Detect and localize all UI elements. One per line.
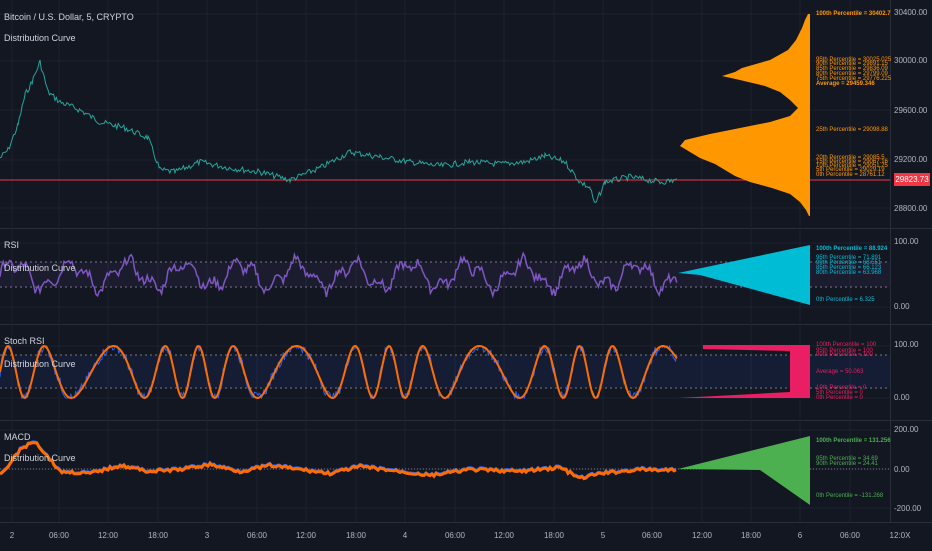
- time-tick: 06:00: [48, 531, 70, 540]
- time-tick: 06:00: [641, 531, 663, 540]
- stoch-title[interactable]: Stoch RSI: [4, 336, 45, 346]
- chart-canvas[interactable]: [0, 0, 890, 522]
- time-tick: 06:00: [246, 531, 268, 540]
- price-axis[interactable]: [890, 0, 932, 522]
- time-tick: 18:00: [543, 531, 565, 540]
- price-tick: 0.00: [894, 393, 910, 402]
- macd-distribution-curve: [678, 436, 810, 505]
- time-tick: 12:00: [493, 531, 515, 540]
- price-tick: 29600.00: [894, 106, 928, 115]
- price-tick: 30000.00: [894, 56, 928, 65]
- rsi-title[interactable]: RSI: [4, 240, 19, 250]
- time-tick: 12:0X: [889, 531, 911, 540]
- price-distribution-curve: [680, 14, 810, 216]
- time-tick: 06:00: [444, 531, 466, 540]
- price-tick: 29200.00: [894, 155, 928, 164]
- price-tick: 28800.00: [894, 204, 928, 213]
- time-tick: 2: [9, 531, 15, 540]
- percentile-label: 0th Percentile = 28761.12: [816, 172, 885, 178]
- price-tick: 100.00: [894, 340, 919, 349]
- price-tick: 100.00: [894, 237, 919, 246]
- percentile-label: 25th Percentile = 29098.88: [816, 127, 888, 133]
- time-tick: 5: [600, 531, 606, 540]
- price-tick: 200.00: [894, 425, 919, 434]
- time-axis[interactable]: [0, 522, 932, 551]
- price-tick: 0.00: [894, 302, 910, 311]
- last-price-badge: 29823.73: [894, 173, 930, 186]
- percentile-label: 100th Percentile = 88.924: [816, 246, 888, 252]
- indicator-label[interactable]: Distribution Curve: [4, 359, 76, 369]
- time-tick: 12:00: [97, 531, 119, 540]
- percentile-label: 0th Percentile = 0: [816, 395, 863, 401]
- indicator-label[interactable]: Distribution Curve: [4, 453, 76, 463]
- time-tick: 12:00: [691, 531, 713, 540]
- signal-line: [0, 441, 677, 481]
- macd-title[interactable]: MACD: [4, 432, 31, 442]
- percentile-label: Average = 50.063: [816, 369, 864, 375]
- indicator-label[interactable]: Distribution Curve: [4, 263, 76, 273]
- stoch-band: [0, 355, 890, 388]
- price-tick: 0.00: [894, 465, 910, 474]
- time-tick: 18:00: [345, 531, 367, 540]
- percentile-label: 100th Percentile = 131.256: [816, 438, 891, 444]
- time-tick: 3: [204, 531, 210, 540]
- price-tick: 30400.00: [894, 8, 928, 17]
- indicator-label[interactable]: Distribution Curve: [4, 33, 76, 43]
- percentile-label: Average = 29459.346: [816, 81, 875, 87]
- time-tick: 12:00: [295, 531, 317, 540]
- time-tick: 4: [402, 531, 408, 540]
- price-tick: -200.00: [894, 504, 922, 513]
- percentile-label: 90th Percentile = 100: [816, 352, 873, 358]
- time-tick: 18:00: [147, 531, 169, 540]
- percentile-label: 90th Percentile = 24.41: [816, 461, 878, 467]
- percentile-label: 100th Percentile = 30402.7: [816, 11, 891, 17]
- time-tick: 6: [797, 531, 803, 540]
- percentile-label: 0th Percentile = -131.268: [816, 493, 884, 499]
- percentile-label: 0th Percentile = 6.325: [816, 297, 875, 303]
- time-tick: 18:00: [740, 531, 762, 540]
- symbol-title[interactable]: Bitcoin / U.S. Dollar, 5, CRYPTO: [4, 12, 134, 22]
- time-tick: 06:00: [839, 531, 861, 540]
- percentile-label: 80th Percentile = 63.968: [816, 270, 882, 276]
- price-line: [0, 59, 678, 204]
